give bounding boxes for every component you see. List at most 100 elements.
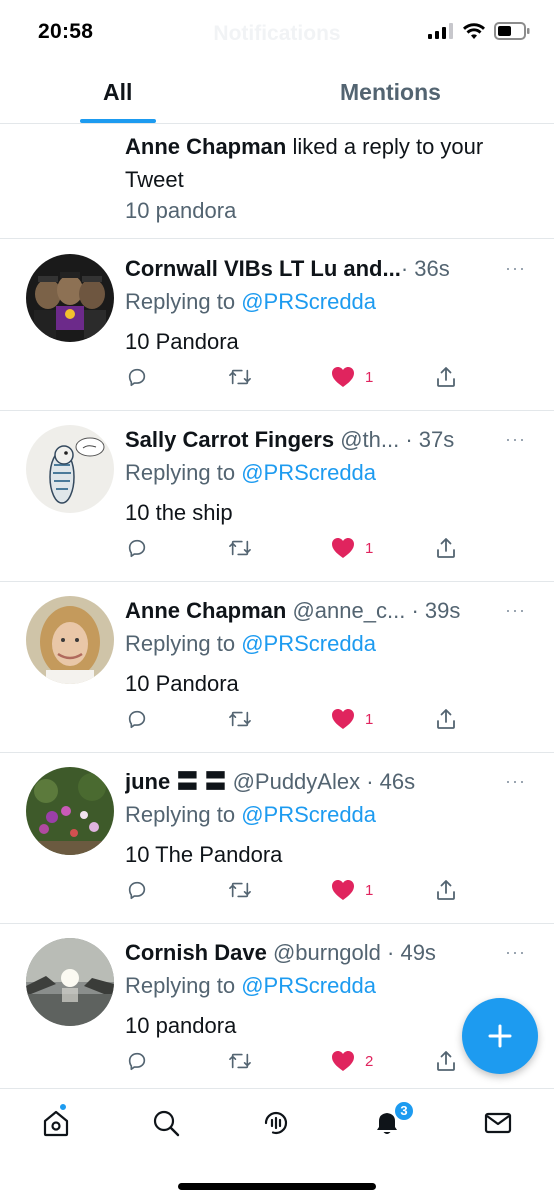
replying-to-mention[interactable]: @PRScredda <box>241 802 376 827</box>
retweet-button[interactable] <box>227 706 253 732</box>
avatar[interactable] <box>26 596 114 684</box>
like-button[interactable]: 2 <box>331 1048 373 1074</box>
replying-prefix: Replying to <box>125 631 242 656</box>
retweet-button[interactable] <box>227 535 253 561</box>
active-tab-indicator <box>80 119 156 123</box>
share-icon <box>437 880 455 900</box>
reply-icon <box>128 368 146 387</box>
share-icon <box>437 538 455 558</box>
compose-tweet-button[interactable] <box>462 998 538 1074</box>
more-options-icon[interactable]: ··· <box>505 600 526 621</box>
reply-time: · 49s <box>380 940 436 965</box>
nav-search[interactable] <box>148 1105 184 1141</box>
retweet-icon <box>229 369 251 385</box>
reply-button[interactable] <box>126 364 148 390</box>
home-icon <box>43 1110 69 1137</box>
share-button[interactable] <box>434 1048 458 1074</box>
replying-to-mention[interactable]: @PRScredda <box>241 460 376 485</box>
reply-header: Sally Carrot Fingers @th... · 37s <box>125 425 495 455</box>
like-count: 1 <box>365 881 374 899</box>
search-icon <box>153 1110 180 1137</box>
like-button[interactable]: 1 <box>331 535 373 561</box>
action-bar: 1 <box>0 364 554 392</box>
author-name[interactable]: june <box>125 769 170 794</box>
replying-to-line: Replying to @PRScredda <box>125 287 376 317</box>
reply-text: 10 Pandora <box>125 671 239 696</box>
like-actor-name[interactable]: Anne Chapman <box>125 134 286 159</box>
replying-to-line: Replying to @PRScredda <box>125 629 376 659</box>
reply-icon <box>128 710 146 729</box>
avatar[interactable] <box>26 425 114 513</box>
reply-header: june 〓 〓 @PuddyAlex · 46s <box>125 767 495 797</box>
reply-text: 10 pandora <box>125 1013 237 1038</box>
flowers-avatar <box>26 767 114 855</box>
replying-to-line: Replying to @PRScredda <box>125 971 376 1001</box>
budgie-drawing-avatar <box>26 425 114 513</box>
reply-time: · 39s <box>405 598 461 623</box>
replying-to-mention[interactable]: @PRScredda <box>241 631 376 656</box>
more-options-icon[interactable]: ··· <box>505 429 526 450</box>
signal-icon <box>428 23 454 44</box>
retweet-button[interactable] <box>227 877 253 903</box>
reply-item[interactable]: Sally Carrot Fingers @th... · 37s ··· Re… <box>0 411 554 582</box>
heart-filled-icon <box>332 880 354 900</box>
nav-spaces[interactable] <box>258 1105 294 1141</box>
like-count: 1 <box>365 710 374 728</box>
share-button[interactable] <box>434 706 458 732</box>
nav-home[interactable] <box>38 1105 74 1141</box>
author-name[interactable]: Cornwall VIBs LT Lu and... <box>125 256 401 281</box>
author-handle: @burngold <box>266 940 381 965</box>
more-options-icon[interactable]: ··· <box>505 258 526 279</box>
share-icon <box>437 367 455 387</box>
author-handle: @anne_c... <box>286 598 406 623</box>
reply-button[interactable] <box>126 706 148 732</box>
reply-text: 10 The Pandora <box>125 842 283 867</box>
reply-button[interactable] <box>126 877 148 903</box>
reply-button[interactable] <box>126 1048 148 1074</box>
reply-button[interactable] <box>126 535 148 561</box>
avatar[interactable] <box>26 938 114 1026</box>
replying-to-mention[interactable]: @PRScredda <box>241 289 376 314</box>
sunset-avatar <box>26 938 114 1026</box>
tab-mentions[interactable]: Mentions <box>340 79 441 106</box>
reply-text: 10 the ship <box>125 500 233 525</box>
tab-all[interactable]: All <box>103 79 132 106</box>
avatar[interactable] <box>26 767 114 855</box>
author-name[interactable]: Anne Chapman <box>125 598 286 623</box>
reply-item[interactable]: june 〓 〓 @PuddyAlex · 46s ··· Replying t… <box>0 753 554 924</box>
reply-header: Cornwall VIBs LT Lu and...· 36s <box>125 254 495 284</box>
more-options-icon[interactable]: ··· <box>505 942 526 963</box>
wifi-icon <box>462 22 486 45</box>
reply-header: Cornish Dave @burngold · 49s <box>125 938 495 968</box>
retweet-button[interactable] <box>227 364 253 390</box>
reply-item[interactable]: Cornwall VIBs LT Lu and...· 36s ··· Repl… <box>0 240 554 411</box>
reply-time: · 37s <box>399 427 455 452</box>
share-button[interactable] <box>434 877 458 903</box>
avatar[interactable] <box>26 254 114 342</box>
reply-item[interactable]: Anne Chapman @anne_c... · 39s ··· Replyi… <box>0 582 554 753</box>
home-new-indicator <box>59 1103 67 1111</box>
status-time: 20:58 <box>38 20 94 43</box>
retweet-button[interactable] <box>227 1048 253 1074</box>
replying-prefix: Replying to <box>125 460 242 485</box>
like-count: 1 <box>365 539 374 557</box>
heart-filled-icon <box>332 1051 354 1071</box>
like-button[interactable]: 1 <box>331 877 373 903</box>
reply-icon <box>128 881 146 900</box>
replying-prefix: Replying to <box>125 289 242 314</box>
more-options-icon[interactable]: ··· <box>505 771 526 792</box>
like-button[interactable]: 1 <box>331 706 373 732</box>
status-bar: Notifications 20:58 <box>0 0 554 64</box>
heart-filled-icon <box>332 367 354 387</box>
author-name[interactable]: Cornish Dave <box>125 940 267 965</box>
author-name[interactable]: Sally Carrot Fingers <box>125 427 334 452</box>
nav-messages[interactable] <box>480 1105 516 1141</box>
reply-icon <box>128 1052 146 1071</box>
like-button[interactable]: 1 <box>331 364 373 390</box>
replying-to-mention[interactable]: @PRScredda <box>241 973 376 998</box>
woman-portrait-avatar <box>26 596 114 684</box>
action-bar: 1 <box>0 877 554 905</box>
share-button[interactable] <box>434 364 458 390</box>
like-count: 1 <box>365 368 374 386</box>
share-button[interactable] <box>434 535 458 561</box>
